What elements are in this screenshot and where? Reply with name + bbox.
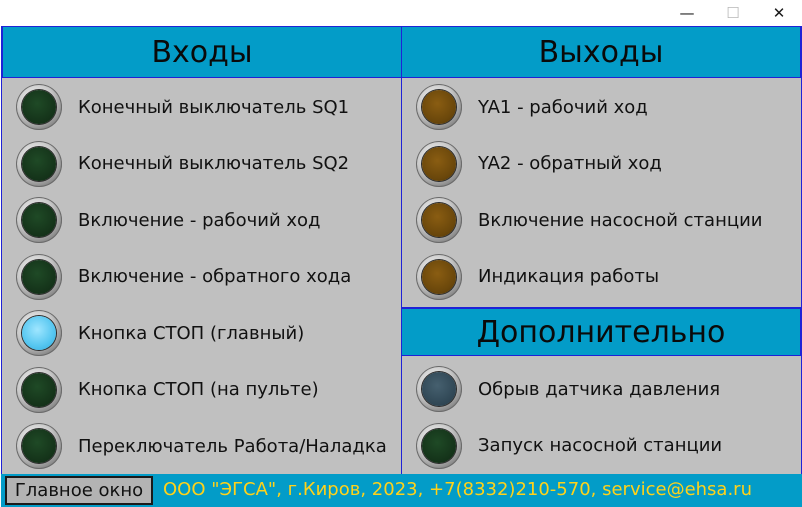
indicator-row: Запуск насосной станции	[416, 418, 722, 474]
inputs-title: Входы	[151, 34, 253, 70]
indicator-lamp-icon	[16, 423, 62, 469]
column-divider	[401, 78, 402, 474]
minimize-button[interactable]: —	[664, 0, 710, 26]
indicator-row: YA1 - рабочий ход	[416, 79, 648, 135]
footer-bar: Главное окно ООО "ЭГСА", г.Киров, 2023, …	[1, 474, 802, 507]
indicator-row: Кнопка СТОП (на пульте)	[16, 362, 319, 418]
outputs-header: Выходы	[401, 26, 801, 78]
indicator-row: Конечный выключатель SQ1	[16, 79, 349, 135]
indicator-row: Включение - обратного хода	[16, 249, 351, 305]
indicator-row: Обрыв датчика давления	[416, 361, 720, 417]
extra-title: Дополнительно	[476, 314, 726, 350]
indicator-lamp-icon	[416, 422, 462, 469]
indicator-label: YA2 - обратный ход	[478, 153, 662, 174]
outputs-title: Выходы	[538, 34, 664, 70]
indicator-row: Включение насосной станции	[416, 192, 762, 248]
inputs-header: Входы	[2, 26, 402, 78]
indicator-lamp-icon	[416, 140, 462, 187]
indicator-row: Индикация работы	[416, 249, 659, 305]
indicator-label: Кнопка СТОП (на пульте)	[78, 379, 319, 400]
indicator-lamp-icon	[416, 197, 462, 243]
indicator-label: Включение - рабочий ход	[78, 209, 321, 231]
indicator-label: Включение насосной станции	[478, 209, 763, 231]
indicator-label: YA1 - рабочий ход	[478, 96, 648, 118]
indicator-lamp-icon	[16, 84, 62, 130]
indicator-label: Включение - обратного хода	[78, 266, 352, 287]
indicator-row: Переключатель Работа/Наладка	[16, 418, 387, 474]
indicator-lamp-icon	[416, 253, 462, 300]
indicator-row: Кнопка СТОП (главный)	[16, 305, 304, 361]
indicator-row: Включение - рабочий ход	[16, 192, 321, 248]
close-button[interactable]: ✕	[756, 0, 802, 26]
section-divider	[401, 307, 801, 308]
indicator-lamp-icon	[16, 140, 62, 187]
indicator-lamp-icon	[416, 366, 462, 412]
main-panel: Входы Выходы Дополнительно Конечный выкл…	[1, 26, 802, 474]
indicator-label: Обрыв датчика давления	[478, 378, 721, 400]
indicator-label: Запуск насосной станции	[478, 435, 723, 456]
indicator-label: Индикация работы	[478, 266, 660, 287]
title-bar: — ☐ ✕	[0, 0, 802, 26]
indicator-row: YA2 - обратный ход	[416, 136, 662, 192]
indicator-lamp-icon	[416, 84, 462, 130]
indicator-label: Конечный выключатель SQ2	[78, 153, 350, 174]
extra-header: Дополнительно	[401, 308, 801, 356]
company-info: ООО "ЭГСА", г.Киров, 2023, +7(8332)210-5…	[163, 479, 752, 500]
indicator-lamp-icon	[16, 310, 62, 356]
indicator-row: Конечный выключатель SQ2	[16, 136, 349, 192]
indicator-label: Переключатель Работа/Наладка	[78, 435, 387, 457]
indicator-label: Конечный выключатель SQ1	[78, 96, 350, 118]
indicator-label: Кнопка СТОП (главный)	[78, 322, 305, 344]
maximize-button[interactable]: ☐	[710, 0, 756, 26]
indicator-lamp-icon	[16, 366, 62, 413]
main-window-button[interactable]: Главное окно	[5, 476, 153, 505]
indicator-lamp-icon	[16, 253, 62, 300]
indicator-lamp-icon	[16, 197, 62, 243]
